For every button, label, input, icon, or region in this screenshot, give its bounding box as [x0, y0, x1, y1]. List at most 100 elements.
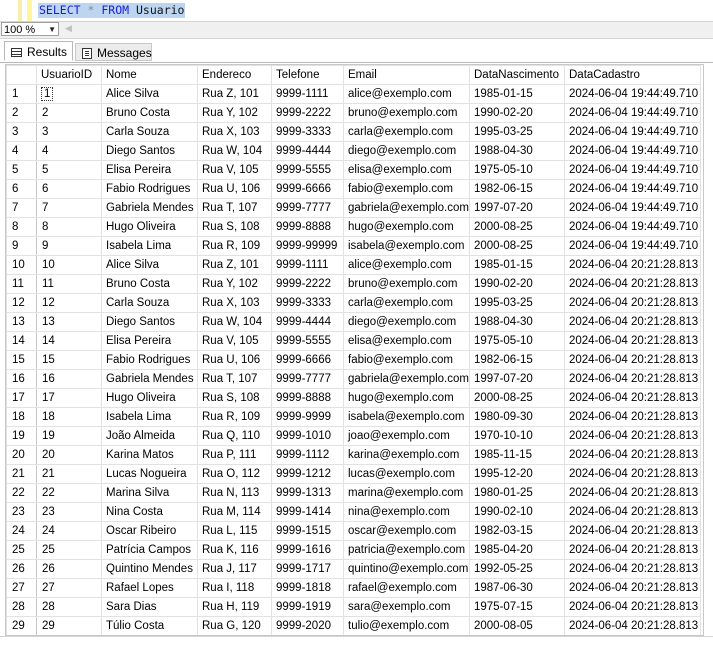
table-cell[interactable]: 1980-01-25	[469, 483, 565, 503]
table-cell[interactable]: marina@exemplo.com	[343, 483, 470, 503]
table-cell[interactable]: 2024-06-04 20:21:28.813	[564, 255, 701, 275]
table-cell[interactable]: Diego Santos	[101, 312, 198, 332]
tab-results[interactable]: Results	[4, 41, 73, 61]
table-cell[interactable]: tulio@exemplo.com	[343, 616, 470, 635]
table-cell[interactable]: Carla Souza	[101, 293, 198, 313]
table-row[interactable]: 26 26 Quintino Mendes Rua J, 117 9999-1717 qu…	[6, 559, 701, 579]
table-cell[interactable]: elisa@exemplo.com	[343, 331, 470, 351]
table-cell[interactable]: Gabriela Mendes	[101, 198, 198, 218]
row-number[interactable]: 18	[6, 407, 37, 427]
table-cell[interactable]: 25	[36, 540, 102, 560]
table-cell[interactable]: 2000-08-05	[469, 616, 565, 635]
table-cell[interactable]: fabio@exemplo.com	[343, 179, 470, 199]
row-number[interactable]: 20	[6, 445, 37, 465]
table-cell[interactable]: Elisa Pereira	[101, 331, 198, 351]
table-cell[interactable]: carla@exemplo.com	[343, 293, 470, 313]
table-cell[interactable]: 4	[36, 141, 102, 161]
table-row[interactable]: 7 7 Gabriela Mendes Rua T, 107 9999-7777 gabr…	[6, 198, 701, 218]
table-row[interactable]: 28 28 Sara Dias Rua H, 119 9999-1919 sara@exe…	[6, 597, 701, 617]
table-cell[interactable]: Alice Silva	[101, 255, 198, 275]
column-header[interactable]: Endereco	[197, 65, 272, 85]
results-grid[interactable]: UsuarioID Nome Endereco Telefone Email D…	[5, 64, 704, 636]
row-number[interactable]: 5	[6, 160, 37, 180]
table-cell[interactable]: 19	[36, 426, 102, 446]
table-cell[interactable]: 2000-08-25	[469, 217, 565, 237]
row-number-header[interactable]	[6, 65, 37, 85]
table-cell[interactable]: Rua Z, 101	[197, 84, 272, 104]
table-cell[interactable]: 2024-06-04 20:21:28.813	[564, 426, 701, 446]
row-number[interactable]: 14	[6, 331, 37, 351]
table-cell[interactable]: Lucas Nogueira	[101, 464, 198, 484]
table-cell[interactable]: 7	[36, 198, 102, 218]
table-cell[interactable]: Rua W, 104	[197, 312, 272, 332]
table-cell[interactable]: hugo@exemplo.com	[343, 217, 470, 237]
table-cell[interactable]: patricia@exemplo.com	[343, 540, 470, 560]
table-row[interactable]: 4 4 Diego Santos Rua W, 104 9999-4444 diego@e…	[6, 141, 701, 161]
table-cell[interactable]: Diego Santos	[101, 141, 198, 161]
table-cell[interactable]: 9999-3333	[271, 122, 344, 142]
table-cell[interactable]: 1975-07-15	[469, 597, 565, 617]
table-cell[interactable]: 9	[36, 236, 102, 256]
row-number[interactable]: 4	[6, 141, 37, 161]
row-number[interactable]: 6	[6, 179, 37, 199]
table-cell[interactable]: 26	[36, 559, 102, 579]
sql-query-text[interactable]: SELECT * FROM Usuario	[38, 3, 186, 18]
table-cell[interactable]: 14	[36, 331, 102, 351]
table-row[interactable]: 8 8 Hugo Oliveira Rua S, 108 9999-8888 hugo@e…	[6, 217, 701, 237]
table-cell[interactable]: 18	[36, 407, 102, 427]
table-cell[interactable]: 2024-06-04 19:44:49.710	[564, 160, 701, 180]
table-cell[interactable]: Rua H, 119	[197, 597, 272, 617]
table-cell[interactable]: Rua X, 103	[197, 293, 272, 313]
table-row[interactable]: 19 19 João Almeida Rua Q, 110 9999-1010 joao@…	[6, 426, 701, 446]
table-cell[interactable]: Nina Costa	[101, 502, 198, 522]
table-cell[interactable]: 2024-06-04 19:44:49.710	[564, 198, 701, 218]
row-number[interactable]: 19	[6, 426, 37, 446]
table-cell[interactable]: elisa@exemplo.com	[343, 160, 470, 180]
table-cell[interactable]: 1990-02-20	[469, 274, 565, 294]
table-cell[interactable]: Rua N, 113	[197, 483, 272, 503]
table-cell[interactable]: Rua Q, 110	[197, 426, 272, 446]
table-cell[interactable]: Patrícia Campos	[101, 540, 198, 560]
table-row[interactable]: 18 18 Isabela Lima Rua R, 109 9999-9999 isabe…	[6, 407, 701, 427]
table-cell[interactable]: Rua T, 107	[197, 198, 272, 218]
table-cell[interactable]: hugo@exemplo.com	[343, 388, 470, 408]
column-header[interactable]: DataCadastro	[564, 65, 701, 85]
table-cell[interactable]: 1985-01-15	[469, 255, 565, 275]
table-row[interactable]: 22 22 Marina Silva Rua N, 113 9999-1313 marin…	[6, 483, 701, 503]
tab-messages[interactable]: Messages	[75, 43, 152, 61]
table-cell[interactable]: 9999-6666	[271, 179, 344, 199]
table-cell[interactable]: 9999-1919	[271, 597, 344, 617]
table-cell[interactable]: 1982-06-15	[469, 179, 565, 199]
table-cell[interactable]: 1970-10-10	[469, 426, 565, 446]
row-number[interactable]: 13	[6, 312, 37, 332]
table-cell[interactable]: Karina Matos	[101, 445, 198, 465]
table-cell[interactable]: 17	[36, 388, 102, 408]
zoom-dropdown[interactable]: 100 % ▼	[1, 22, 59, 36]
table-cell[interactable]: isabela@exemplo.com	[343, 236, 470, 256]
table-row[interactable]: 25 25 Patrícia Campos Rua K, 116 9999-1616 pa…	[6, 540, 701, 560]
chevron-down-icon[interactable]: ▼	[48, 23, 56, 37]
table-cell[interactable]: 1997-07-20	[469, 369, 565, 389]
table-row[interactable]: 16 16 Gabriela Mendes Rua T, 107 9999-7777 ga…	[6, 369, 701, 389]
table-cell[interactable]: 2024-06-04 20:21:28.813	[564, 559, 701, 579]
table-cell[interactable]: 2024-06-04 20:21:28.813	[564, 312, 701, 332]
table-cell[interactable]: Rua J, 117	[197, 559, 272, 579]
table-cell[interactable]: Hugo Oliveira	[101, 388, 198, 408]
table-cell[interactable]: 9999-6666	[271, 350, 344, 370]
table-cell[interactable]: Rua U, 106	[197, 179, 272, 199]
table-cell[interactable]: Isabela Lima	[101, 407, 198, 427]
table-row[interactable]: 15 15 Fabio Rodrigues Rua U, 106 9999-6666 fa…	[6, 350, 701, 370]
table-cell[interactable]: 2	[36, 103, 102, 123]
table-cell[interactable]: Rua Y, 102	[197, 274, 272, 294]
table-cell[interactable]: 9999-4444	[271, 141, 344, 161]
table-cell[interactable]: diego@exemplo.com	[343, 141, 470, 161]
row-number[interactable]: 8	[6, 217, 37, 237]
table-row[interactable]: 1 1 Alice Silva Rua Z, 101 9999-1111 alice@ex…	[6, 84, 701, 104]
table-cell[interactable]: gabriela@exemplo.com	[343, 369, 470, 389]
table-cell[interactable]: 2024-06-04 20:21:28.813	[564, 540, 701, 560]
table-cell[interactable]: 2024-06-04 20:21:28.813	[564, 274, 701, 294]
table-cell[interactable]: 2024-06-04 19:44:49.710	[564, 84, 701, 104]
table-cell[interactable]: 9999-1112	[271, 445, 344, 465]
table-cell[interactable]: 9999-7777	[271, 369, 344, 389]
table-cell[interactable]: 8	[36, 217, 102, 237]
